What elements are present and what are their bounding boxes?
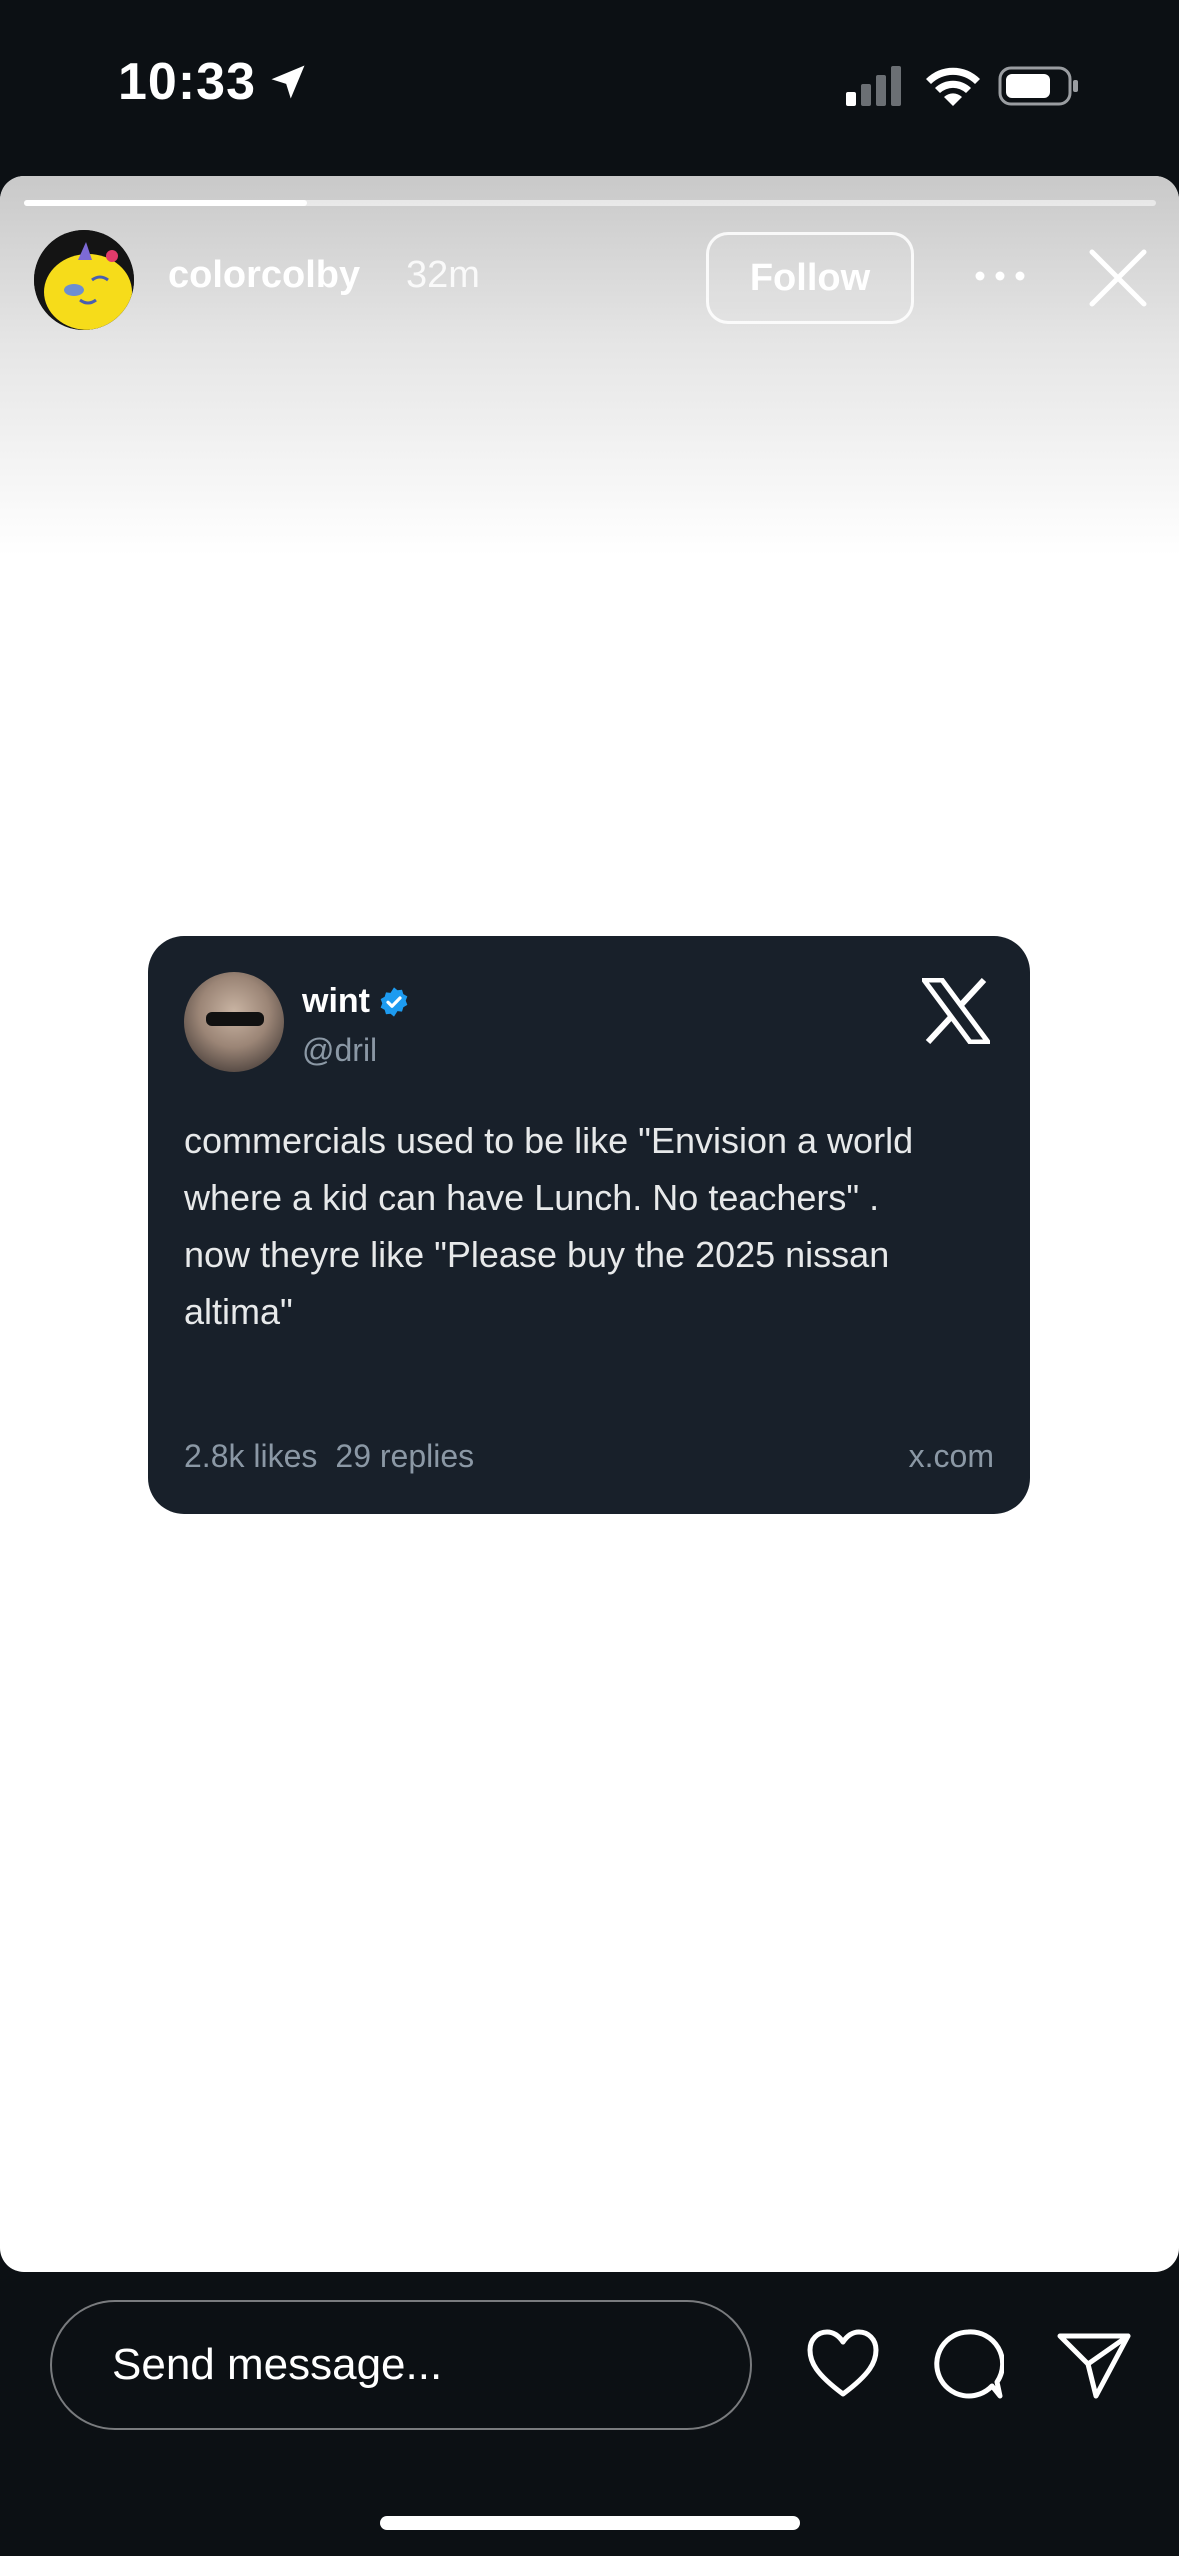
comment-bubble-icon[interactable] <box>932 2328 1004 2400</box>
avatar-image <box>34 230 134 330</box>
status-bar: 10:33 <box>0 0 1179 170</box>
wifi-icon <box>926 67 980 106</box>
more-horizontal-icon[interactable] <box>972 262 1028 290</box>
cellular-signal-icon <box>846 66 901 106</box>
tweet-text: commercials used to be like "Envision a … <box>184 1120 914 1332</box>
close-icon[interactable] <box>1086 246 1150 310</box>
send-message-placeholder: Send message... <box>112 2340 443 2389</box>
tweet-likes: 2.8k likes <box>184 1438 318 1474</box>
x-logo-icon <box>922 978 990 1044</box>
avatar[interactable] <box>34 230 134 330</box>
tweet-stats: 2.8k likes 29 replies <box>184 1438 474 1475</box>
home-indicator[interactable] <box>380 2516 800 2530</box>
tweet-author-name-text: wint <box>302 982 370 1020</box>
follow-button[interactable]: Follow <box>706 232 914 324</box>
tweet-replies: 29 replies <box>335 1438 475 1474</box>
verified-badge-icon <box>380 986 408 1017</box>
tweet-avatar <box>184 972 284 1072</box>
location-arrow-icon <box>271 65 305 99</box>
story-progress-fill <box>24 200 307 206</box>
battery-icon <box>998 66 1078 106</box>
tweet-author-handle: @dril <box>302 1032 378 1068</box>
story-header-gradient <box>0 176 1179 556</box>
send-paper-plane-icon[interactable] <box>1056 2326 1132 2402</box>
sunglasses-graphic <box>206 1012 264 1026</box>
story-view[interactable]: colorcolby 32m Follow wint @dril commerc… <box>0 176 1179 2272</box>
status-time: 10:33 <box>118 52 310 112</box>
tweet-card[interactable]: wint @dril commercials used to be like "… <box>148 936 1030 1514</box>
heart-icon[interactable] <box>806 2328 880 2400</box>
tweet-author-name: wint <box>302 982 410 1021</box>
status-time-text: 10:33 <box>118 53 256 111</box>
story-timestamp: 32m <box>406 254 480 296</box>
story-username[interactable]: colorcolby <box>168 254 360 297</box>
story-progress-bar <box>24 200 1156 206</box>
tweet-source-link[interactable]: x.com <box>909 1438 994 1475</box>
send-message-input[interactable]: Send message... <box>50 2300 752 2430</box>
